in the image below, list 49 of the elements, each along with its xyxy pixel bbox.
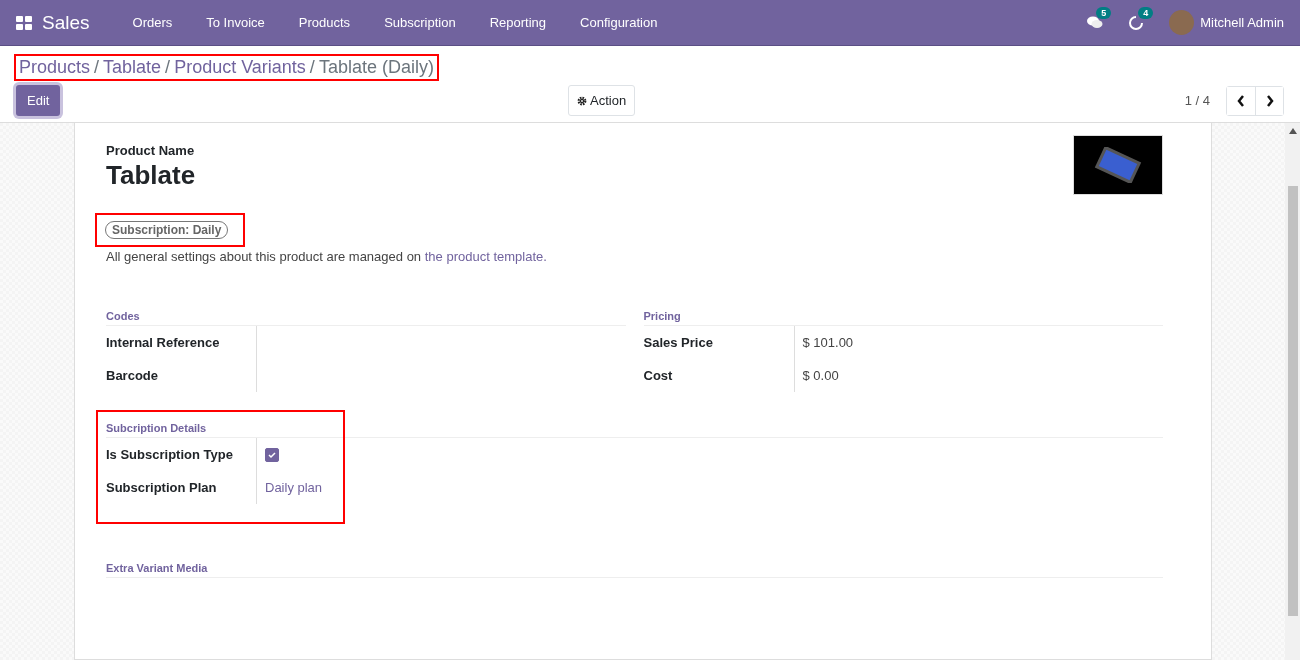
breadcrumb-item[interactable]: Tablate (Daily) (318, 57, 434, 78)
breadcrumb-item[interactable]: Tablate (103, 57, 162, 78)
edit-button[interactable]: Edit (16, 85, 61, 116)
separator: / (165, 57, 171, 78)
product-template-link[interactable]: the product template. (424, 249, 547, 264)
chevron-right-icon (1265, 94, 1274, 107)
product-name: Tablate (106, 160, 196, 191)
field-label: Barcode (106, 368, 160, 383)
check-icon (268, 450, 276, 459)
next-button[interactable] (1255, 86, 1283, 115)
section-title: Extra Variant Media (106, 562, 1163, 578)
breadcrumb-item[interactable]: Products (19, 57, 91, 78)
scrollbar-thumb[interactable] (1287, 186, 1298, 616)
gear-icon (577, 95, 587, 106)
info-text: All general settings about this product are managed on the product template. (106, 249, 548, 264)
apps-grid-icon[interactable] (16, 15, 32, 30)
user-name[interactable]: Mitchell Admin (1200, 15, 1284, 30)
field-label: Internal Reference (106, 335, 221, 350)
menu-item[interactable]: Subscription (367, 15, 473, 30)
count-badge: 4 (1138, 6, 1154, 19)
photo-placeholder[interactable] (1073, 135, 1163, 195)
pager-value: 1 / 4 (1184, 93, 1210, 108)
app-name[interactable]: Sales (42, 11, 90, 34)
menu-item[interactable]: Orders (115, 15, 190, 30)
menu-item[interactable]: Products (281, 15, 368, 30)
field-value[interactable]: Daily plan (265, 480, 323, 495)
field-label: Is Subscription Type (106, 447, 234, 462)
checkbox[interactable] (265, 447, 279, 462)
field-label: Subscription Plan (106, 480, 218, 495)
field-value: $ 101.00 (802, 335, 854, 350)
breadcrumb-item[interactable]: Product Variants (174, 57, 306, 78)
field-label: Sales Price (643, 335, 714, 350)
chevron-left-icon (1237, 94, 1245, 107)
menu-item[interactable]: To Invoice (189, 15, 282, 30)
section-title: Subcription Details (106, 422, 1163, 438)
field-value: $ 0.00 (802, 368, 839, 383)
action-button[interactable]: Action (568, 85, 636, 116)
menu-item[interactable]: Configuration (563, 15, 675, 30)
menu-item[interactable]: Reporting (472, 15, 564, 30)
section-title: Pricing (643, 310, 1163, 326)
count-badge: 5 (1096, 7, 1112, 19)
section-title: Codes (106, 310, 626, 326)
separator: / (94, 57, 100, 78)
chat-icon[interactable] (1087, 16, 1104, 29)
field-label: Product Name (106, 143, 196, 158)
scroll-up-icon[interactable] (1288, 128, 1297, 134)
field-label: Cost (643, 368, 674, 383)
clock-icon[interactable] (1129, 15, 1144, 30)
separator: / (309, 57, 315, 78)
